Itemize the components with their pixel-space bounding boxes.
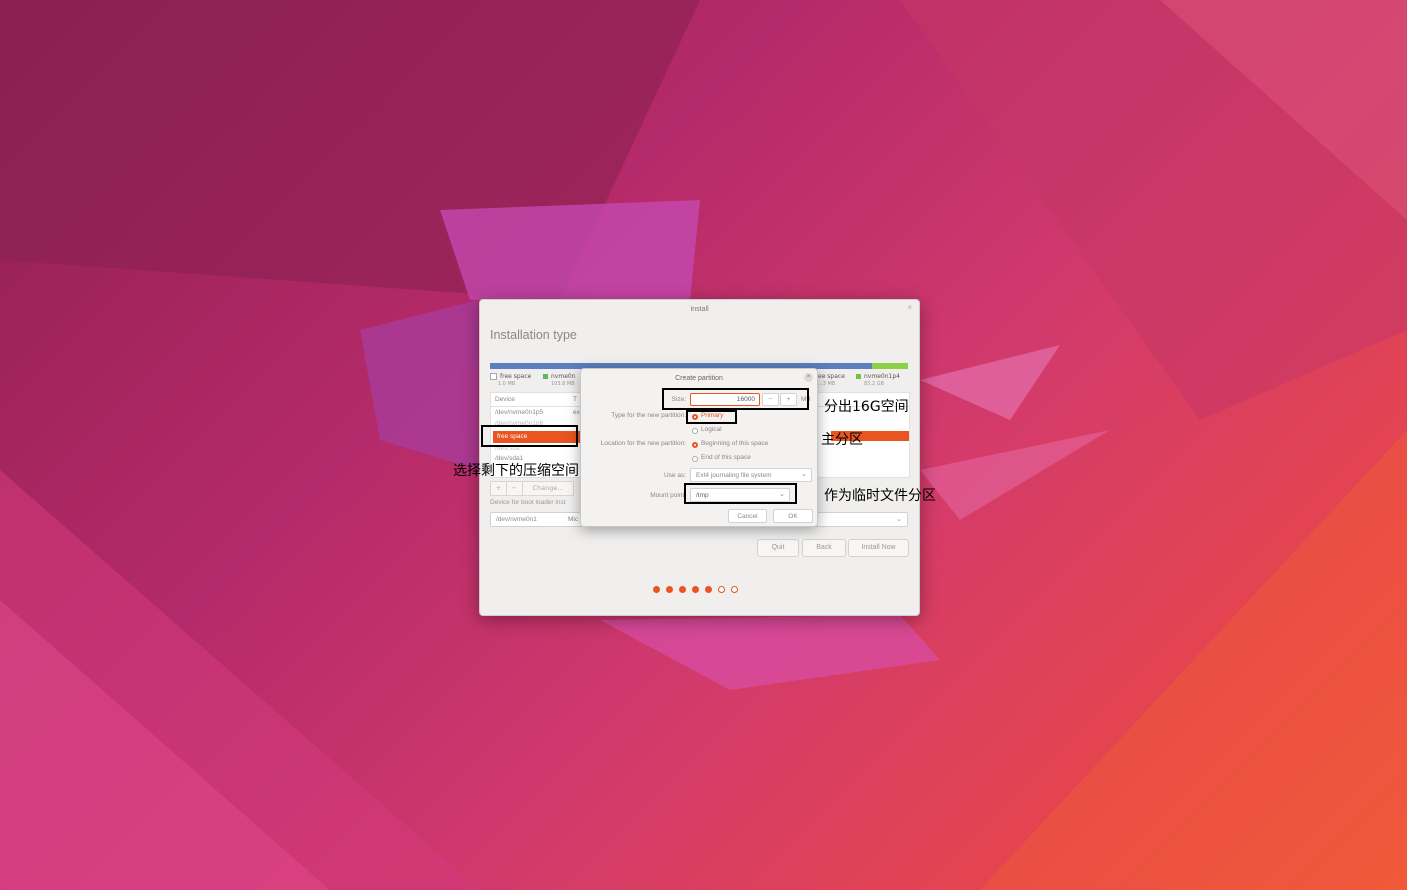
boot-loader-value: /dev/nvme0n1 xyxy=(496,516,537,523)
use-as-label: Use as: xyxy=(663,472,686,479)
legend-free-space: free space 1.0 MB xyxy=(490,373,531,388)
legend-label: nvme0n1p4 xyxy=(864,373,900,380)
progress-dot-filled xyxy=(705,586,712,593)
quit-button[interactable]: Quit xyxy=(757,539,799,557)
legend-label: free space xyxy=(500,373,532,380)
legend-label: nvme0n xyxy=(551,373,576,380)
progress-dot-empty xyxy=(731,586,738,593)
annotation-box-size xyxy=(662,388,809,410)
add-partition-button[interactable]: + xyxy=(490,481,507,496)
install-now-button[interactable]: Install Now xyxy=(848,539,909,557)
progress-dots xyxy=(653,586,738,593)
legend-swatch xyxy=(543,374,548,379)
radio-logical[interactable] xyxy=(692,428,698,434)
mount-point-label: Mount point: xyxy=(650,492,686,499)
cancel-button[interactable]: Cancel xyxy=(728,509,767,523)
table-row[interactable]: /dev/nvme0n1p5 xyxy=(495,409,543,419)
progress-dot-filled xyxy=(666,586,673,593)
radio-beginning[interactable] xyxy=(692,442,698,448)
window-titlebar: Install × xyxy=(480,300,919,318)
legend-nvme0n: nvme0n 103.8 MB xyxy=(543,373,576,388)
table-header-type: T xyxy=(573,396,577,403)
chevron-down-icon: ⌄ xyxy=(801,471,807,478)
use-as-value: Ext4 journaling file system xyxy=(696,472,772,479)
radio-end[interactable] xyxy=(692,456,698,462)
annotation-box-primary xyxy=(686,410,737,424)
progress-dot-filled xyxy=(653,586,660,593)
annotation-size: 分出16G空间 xyxy=(824,399,909,415)
progress-dot-empty xyxy=(718,586,725,593)
use-as-select[interactable]: Ext4 journaling file system ⌄ xyxy=(690,468,812,482)
boot-loader-extra: Mic xyxy=(568,516,579,523)
legend-size: 83.2 GB xyxy=(864,381,885,387)
radio-end-label: End of this space xyxy=(701,454,751,461)
chevron-down-icon: ⌄ xyxy=(896,515,902,523)
legend-nvme0n1p4: nvme0n1p4 83.2 GB xyxy=(856,373,900,388)
change-partition-button[interactable]: Change... xyxy=(522,481,574,496)
page-title: Installation type xyxy=(490,328,577,342)
legend-swatch xyxy=(856,374,861,379)
legend-label: ee space xyxy=(818,373,845,380)
annotation-box-mount xyxy=(684,483,797,504)
close-icon[interactable]: × xyxy=(804,373,813,382)
annotation-mount: 作为临时文件分区 xyxy=(824,488,936,504)
progress-dot-filled xyxy=(679,586,686,593)
boot-loader-label: Device for boot loader inst xyxy=(490,499,566,506)
annotation-box-free-space xyxy=(481,425,578,447)
legend-swatch xyxy=(490,373,497,380)
table-header: Device xyxy=(495,396,515,403)
legend-free-space-2: ee space ...3 MB xyxy=(818,373,845,388)
ok-button[interactable]: OK xyxy=(773,509,813,523)
location-label: Location for the new partition: xyxy=(600,440,686,447)
progress-dot-filled xyxy=(692,586,699,593)
radio-logical-label: Logical xyxy=(701,426,722,433)
partition-bar-segment-nvme0n1p4 xyxy=(872,363,908,369)
radio-beginning-label: Beginning of this space xyxy=(701,440,769,447)
close-icon[interactable]: × xyxy=(907,303,912,312)
legend-size: 103.8 MB xyxy=(551,381,575,387)
type-label: Type for the new partition: xyxy=(611,412,686,419)
legend-size: ...3 MB xyxy=(818,381,836,387)
annotation-primary: 主分区 xyxy=(821,432,863,448)
table-cell-type: ex xyxy=(573,409,580,416)
legend-size: 1.0 MB xyxy=(498,381,516,387)
dialog-title: Create partition xyxy=(675,375,723,382)
remove-partition-button[interactable]: − xyxy=(506,481,523,496)
annotation-free-space: 选择剩下的压缩空间 xyxy=(453,463,579,479)
window-title: Install xyxy=(690,305,709,313)
back-button[interactable]: Back xyxy=(802,539,846,557)
